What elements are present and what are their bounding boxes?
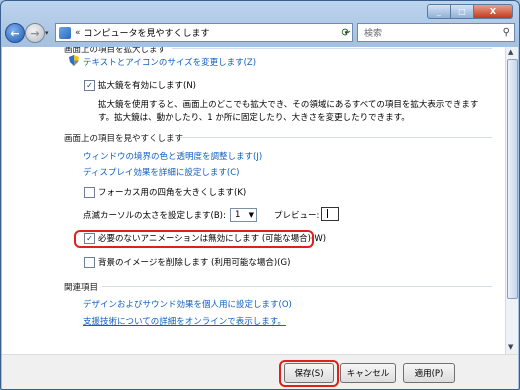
cursor-width-select[interactable]: 1 ▼ — [230, 208, 257, 222]
scroll-up-icon[interactable]: ▲ — [508, 48, 513, 56]
close-button[interactable]: X — [474, 4, 513, 19]
scroll-down-icon[interactable]: ▼ — [508, 343, 513, 351]
search-box[interactable]: 検索 ⚲ — [357, 23, 515, 42]
magnifier-description-line1: 拡大鏡を使用すると、画面上のどこでも拡大でき、その領域にあるすべての項目を拡大表… — [98, 100, 479, 110]
preview-label: プレビュー: — [274, 211, 320, 221]
remove-background-checkbox[interactable] — [84, 257, 95, 268]
cursor-width-label: 点滅カーソルの太さを設定します(B): — [83, 211, 226, 221]
cancel-button[interactable]: キャンセル — [340, 363, 396, 383]
focus-rectangle-label: フォーカス用の四角を大きくします(K) — [98, 188, 247, 198]
link-assistive-tech-online[interactable]: 支援技術についての詳細をオンラインで表示します。 — [83, 315, 286, 327]
section-heading-zoom: 画面上の項目を拡大します — [64, 47, 167, 55]
section-divider — [102, 286, 492, 287]
refresh-icon[interactable]: ⟳ — [340, 25, 352, 39]
section-heading-visibility: 画面上の項目を見やすくします — [64, 134, 184, 144]
magnifier-checkbox[interactable]: ✓ — [84, 80, 95, 91]
address-separator: « — [75, 27, 81, 38]
remove-background-label: 背景のイメージを削除します (利用可能な場合)(G) — [98, 258, 291, 268]
vertical-scrollbar[interactable]: ▲ ▼ — [505, 47, 518, 354]
address-path[interactable]: コンピュータを見やすくします — [84, 26, 210, 39]
focus-rectangle-checkbox[interactable] — [84, 187, 95, 198]
scrollbar-thumb[interactable] — [507, 59, 518, 299]
chevron-down-icon: ▼ — [248, 211, 254, 219]
window-controls: _ □ X — [427, 4, 513, 19]
back-arrow-icon: ← — [10, 26, 20, 40]
control-panel-icon — [59, 26, 71, 39]
save-button[interactable]: 保存(S) — [284, 363, 334, 383]
link-display-effects[interactable]: ディスプレイ効果を詳細に設定します(C) — [83, 166, 239, 178]
section-divider — [180, 137, 492, 138]
cursor-preview-box — [321, 207, 339, 221]
section-heading-related: 関連項目 — [64, 283, 99, 293]
minimize-button[interactable]: _ — [427, 4, 451, 19]
search-input[interactable]: 検索 — [364, 26, 382, 39]
settings-content: 画面上の項目を拡大します テキストとアイコンのサイズを変更します(Z) ✓ 拡大… — [2, 47, 506, 354]
maximize-button[interactable]: □ — [451, 4, 474, 19]
navigation-bar: ← → ▾ « コンピュータを見やすくします ▾ ⟳ 検索 ⚲ — [1, 21, 519, 45]
magnifier-description-line2: す。拡大鏡は、動かしたり、1 か所に固定したり、大きさを変更したりできます。 — [98, 113, 410, 123]
magnifier-label: 拡大鏡を有効にします(N) — [98, 81, 196, 91]
uac-shield-icon — [69, 55, 79, 66]
forward-arrow-icon: → — [30, 26, 40, 40]
apply-button[interactable]: 適用(P) — [403, 363, 455, 383]
link-personalize-design[interactable]: デザインおよびサウンド効果を個人用に設定します(O) — [83, 298, 292, 310]
address-bar[interactable]: « コンピュータを見やすくします ▾ — [55, 23, 353, 42]
recent-pages-dropdown-icon[interactable]: ▾ — [45, 29, 49, 37]
search-icon[interactable]: ⚲ — [503, 27, 510, 38]
forward-button[interactable]: → — [25, 23, 45, 43]
cursor-preview-caret — [327, 209, 328, 218]
cursor-width-value: 1 — [235, 210, 241, 220]
link-window-border-color[interactable]: ウィンドウの境界の色と透明度を調整します(J) — [83, 150, 262, 162]
section-divider — [172, 48, 492, 49]
dialog-footer: 保存(S) キャンセル 適用(P) — [2, 354, 518, 389]
link-change-text-icon-size[interactable]: テキストとアイコンのサイズを変更します(Z) — [83, 56, 256, 68]
animation-option-highlight — [74, 230, 314, 248]
back-button[interactable]: ← — [5, 23, 25, 43]
control-panel-window: _ □ X ← → ▾ « コンピュータを見やすくします ▾ ⟳ 検索 ⚲ 画面… — [0, 0, 520, 390]
